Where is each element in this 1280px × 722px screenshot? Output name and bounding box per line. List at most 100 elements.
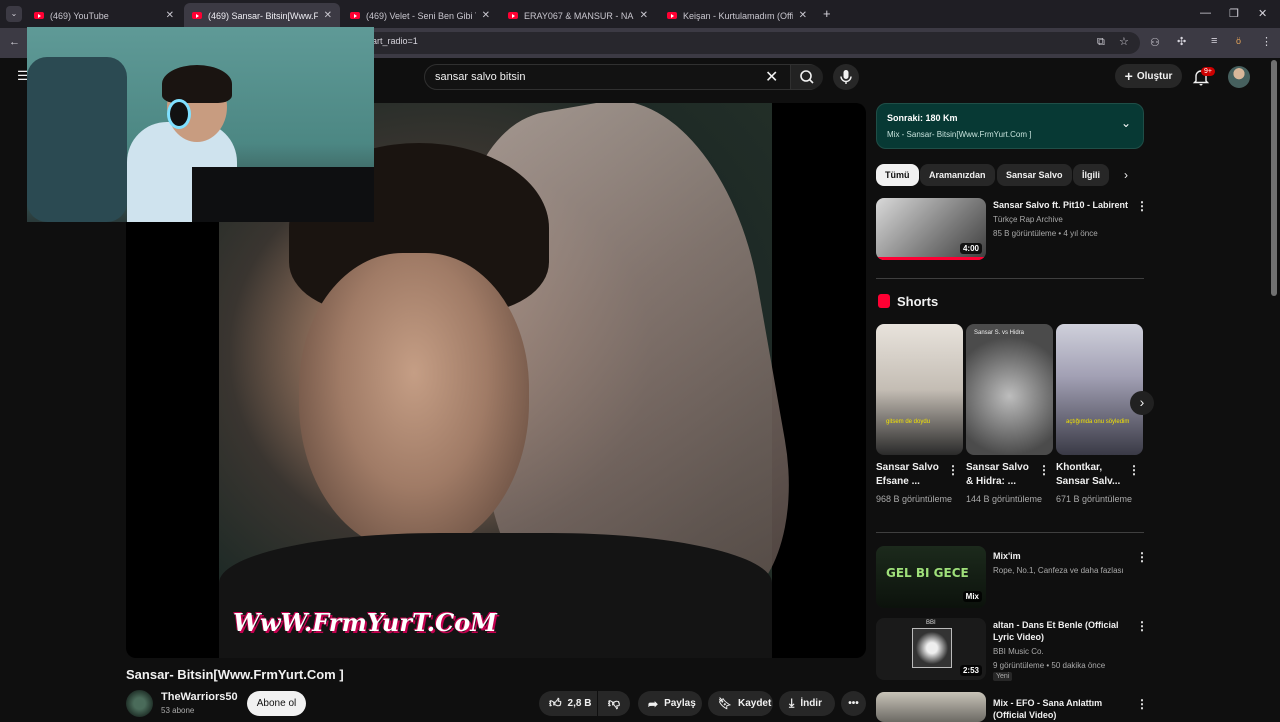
clear-search-icon[interactable]: ✕: [765, 67, 778, 87]
video-meta: 9 görüntüleme • 50 dakika önce: [993, 661, 1106, 670]
more-options-icon[interactable]: ⋮: [1136, 619, 1148, 633]
video-thumbnail[interactable]: 4:00: [876, 198, 986, 260]
maximize-icon[interactable]: ❐: [1229, 7, 1239, 20]
tab-eray067[interactable]: ERAY067 & MANSUR - NAFİLE ✕: [500, 3, 656, 28]
video-duration: 2:53: [959, 665, 982, 676]
chevron-right-icon[interactable]: ›: [1124, 168, 1128, 182]
dislike-button[interactable]: 👎︎: [598, 691, 630, 716]
short-thumbnail[interactable]: açtığımda onu söyledim: [1056, 324, 1143, 455]
search-box[interactable]: sansar salvo bitsin ✕: [424, 64, 823, 90]
tab-label: Keişan - Kurtulamadım (Official: [683, 10, 793, 21]
close-icon[interactable]: ✕: [640, 10, 648, 21]
url-text: art_radio=1: [372, 36, 418, 46]
video-channel[interactable]: Türkçe Rap Archive: [993, 214, 1063, 225]
avatar[interactable]: [1228, 66, 1250, 88]
album-label: BBI: [926, 620, 936, 626]
youtube-favicon-icon: [667, 12, 677, 19]
tab-label: (469) Velet - Seni Ben Gibi Tanım: [366, 10, 476, 21]
page-scrollbar[interactable]: [1271, 60, 1277, 296]
shorts-heading: Shorts: [897, 294, 939, 309]
up-next-panel[interactable]: Sonraki: 180 Km Mix - Sansar- Bitsin[Www…: [876, 103, 1144, 149]
more-options-icon[interactable]: ⋮: [1136, 199, 1148, 213]
chrome-menu-icon[interactable]: ⋮: [1261, 35, 1272, 48]
video-thumbnail[interactable]: BBI 2:53: [876, 618, 986, 680]
tab-keisan[interactable]: Keişan - Kurtulamadım (Official ✕: [659, 3, 815, 28]
short-title[interactable]: Khontkar, Sansar Salv...: [1056, 461, 1128, 489]
chevron-down-icon[interactable]: ⌄: [1121, 116, 1131, 130]
tab-label: (469) Sansar- Bitsin[Www.FrmYu: [208, 10, 318, 21]
tab-search-icon[interactable]: ⌄: [6, 6, 22, 22]
video-title[interactable]: Sansar Salvo ft. Pit10 - Labirent: [993, 199, 1133, 211]
tab-current-video[interactable]: (469) Sansar- Bitsin[Www.FrmYu ✕: [184, 3, 340, 28]
close-icon[interactable]: ✕: [166, 10, 174, 21]
close-icon[interactable]: ✕: [324, 10, 332, 21]
chip-all[interactable]: Tümü: [876, 164, 919, 186]
like-count: 2,8 B: [567, 698, 592, 709]
bookmark-star-icon[interactable]: ☆: [1119, 35, 1129, 48]
video-channel: Rope, No.1, Canfeza ve daha fazlası: [993, 566, 1124, 575]
profile-icon[interactable]: ö: [1236, 36, 1241, 46]
back-arrow-icon[interactable]: ←: [9, 36, 20, 48]
chip-from-search[interactable]: Aramanızdan: [920, 164, 995, 186]
save-button[interactable]: 🔖︎ Kaydet: [708, 691, 773, 716]
media-controls-icon[interactable]: ≡: [1211, 35, 1217, 47]
microphone-icon: [840, 70, 852, 84]
thumbs-down-icon: 👎︎: [607, 696, 621, 710]
more-options-icon[interactable]: ⋮: [1038, 463, 1050, 477]
like-button[interactable]: 👍︎ 2,8 B: [539, 691, 597, 716]
new-tab-button[interactable]: +: [823, 6, 831, 21]
more-options-icon[interactable]: ⋮: [947, 463, 959, 477]
video-channel[interactable]: BBI Music Co.: [993, 646, 1044, 657]
video-title[interactable]: Mix'im: [993, 550, 1021, 562]
chip-related[interactable]: İlgili: [1073, 164, 1109, 186]
download-button[interactable]: ⤓ İndir: [779, 691, 835, 716]
channel-name[interactable]: TheWarriors50: [161, 691, 238, 703]
download-icon: ⤓: [789, 696, 795, 710]
more-options-icon[interactable]: ⋮: [1136, 550, 1148, 564]
short-title[interactable]: Sansar Salvo & Hidra: ...: [966, 461, 1038, 489]
search-input[interactable]: sansar salvo bitsin: [435, 71, 526, 83]
mix-thumbnail[interactable]: GEL BI GECE Mix: [876, 546, 986, 608]
video-duration: 4:00: [959, 243, 982, 254]
divider: [876, 532, 1144, 533]
video-title[interactable]: Mix - EFO - Sana Anlattım (Official Vide…: [993, 697, 1133, 721]
create-label: Oluştur: [1136, 70, 1173, 82]
youtube-favicon-icon: [508, 12, 518, 19]
share-arrow-icon: ➦: [648, 696, 659, 711]
minimize-icon[interactable]: —: [1200, 7, 1211, 19]
tab-velet[interactable]: (469) Velet - Seni Ben Gibi Tanım ✕: [342, 3, 498, 28]
extensions-puzzle-icon[interactable]: ✣: [1177, 35, 1186, 48]
more-options-icon[interactable]: ⋮: [1128, 463, 1140, 477]
more-actions-button[interactable]: •••: [841, 691, 866, 716]
share-button[interactable]: ➦ Paylaş: [638, 691, 702, 716]
close-icon[interactable]: ✕: [482, 10, 490, 21]
chip-sansar-salvo[interactable]: Sansar Salvo: [997, 164, 1072, 186]
voice-search-button[interactable]: [833, 64, 859, 90]
install-app-icon[interactable]: ⧉: [1097, 36, 1105, 49]
album-art: [912, 628, 952, 668]
thumbs-up-icon: 👍︎: [549, 696, 562, 710]
tab-youtube-home[interactable]: (469) YouTube ✕: [26, 3, 182, 28]
close-icon[interactable]: ✕: [799, 10, 807, 21]
video-title[interactable]: altan - Dans Et Benle (Official Lyric Vi…: [993, 619, 1133, 643]
more-options-icon[interactable]: ⋮: [1136, 697, 1148, 711]
video-thumbnail[interactable]: [876, 692, 986, 722]
channel-avatar[interactable]: [126, 690, 153, 717]
create-button[interactable]: + Oluştur: [1115, 64, 1182, 88]
subscribe-button[interactable]: Abone ol: [247, 691, 306, 716]
extension-glasses-icon[interactable]: ⚇: [1150, 36, 1160, 49]
search-button[interactable]: [790, 65, 823, 89]
short-thumbnail[interactable]: gitsem de doydu: [876, 324, 963, 455]
streamer-hair: [162, 65, 232, 103]
tab-label: (469) YouTube: [50, 10, 109, 21]
short-caption: açtığımda onu söyledim: [1066, 419, 1130, 425]
shorts-next-button[interactable]: ›: [1130, 391, 1154, 415]
window-close-icon[interactable]: ✕: [1258, 7, 1267, 20]
up-next-subtitle: Mix - Sansar- Bitsin[Www.FrmYurt.Com ]: [887, 130, 1032, 139]
new-badge: Yeni: [993, 672, 1013, 681]
short-title[interactable]: Sansar Salvo Efsane ...: [876, 461, 948, 489]
video-watermark: WwW.FrmYurT.CoM: [233, 608, 497, 637]
up-next-title: Sonraki: 180 Km: [887, 113, 958, 123]
divider: [876, 278, 1144, 279]
short-thumbnail[interactable]: Sansar S. vs Hidra: [966, 324, 1053, 455]
